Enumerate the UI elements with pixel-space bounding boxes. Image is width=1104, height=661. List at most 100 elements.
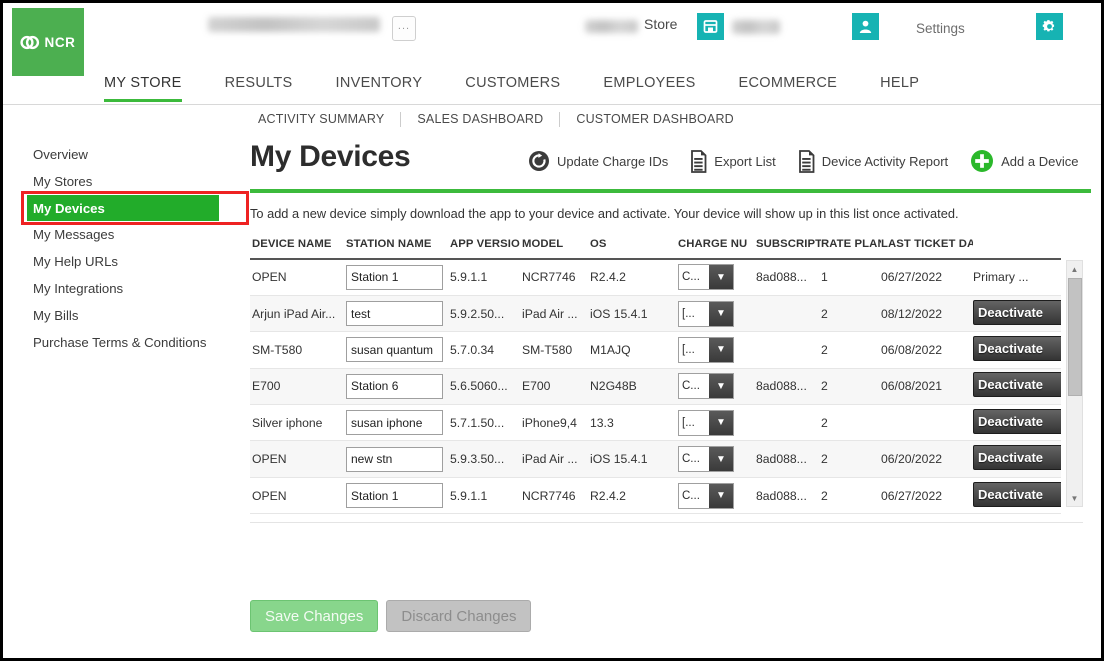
- subnav-sales-dashboard[interactable]: SALES DASHBOARD: [417, 112, 543, 126]
- col-subscription[interactable]: SUBSCRIPTI: [756, 232, 821, 260]
- cell-model: NCR7746: [522, 259, 590, 296]
- subnav-divider: [400, 111, 402, 127]
- scrollbar-thumb[interactable]: [1068, 278, 1082, 396]
- subnav-activity-summary[interactable]: ACTIVITY SUMMARY: [258, 112, 384, 126]
- nav-tab-customers[interactable]: CUSTOMERS: [465, 75, 560, 104]
- table-row: OPEN 5.9.1.1NCR7746R2.4.2 C... ▼ 8ad088...20…: [250, 477, 1061, 515]
- subnav-customer-dashboard[interactable]: CUSTOMER DASHBOARD: [576, 112, 734, 126]
- main-navigation: MY STORE RESULTS INVENTORY CUSTOMERS EMP…: [3, 75, 1101, 105]
- scroll-up-arrow-icon[interactable]: ▲: [1067, 261, 1082, 277]
- cell-device-name: OPEN: [250, 477, 346, 515]
- charge-number-value: C...: [682, 271, 700, 284]
- sidebar-item-my-messages[interactable]: My Messages: [3, 221, 244, 248]
- charge-number-dropdown[interactable]: [... ▼: [678, 300, 734, 327]
- deactivate-button[interactable]: Deactivate: [973, 372, 1061, 398]
- table-vertical-scrollbar[interactable]: ▲ ▼: [1066, 260, 1083, 507]
- discard-changes-button[interactable]: Discard Changes: [386, 600, 532, 632]
- plus-circle-icon: [971, 150, 994, 172]
- sidebar-item-purchase-terms[interactable]: Purchase Terms & Conditions: [3, 329, 244, 356]
- table-body: OPEN5.9.1.1NCR7746R2.4.2C...▼8ad088...10…: [250, 259, 1061, 515]
- cell-action: Deactivate: [973, 440, 1061, 478]
- page-title: My Devices: [250, 140, 411, 173]
- station-name-input[interactable]: [346, 483, 443, 509]
- cell-subscription: [756, 404, 821, 442]
- col-app-version[interactable]: APP VERSIO: [450, 232, 522, 260]
- table-row: E7005.6.5060...E700N2G48BC...▼8ad088...2…: [250, 368, 1061, 406]
- cell-os: M1AJQ: [590, 331, 678, 369]
- sub-navigation: ACTIVITY SUMMARY SALES DASHBOARD CUSTOME…: [3, 105, 1101, 133]
- nav-tab-ecommerce[interactable]: ECOMMERCE: [739, 75, 838, 104]
- page-intro-text: To add a new device simply download the …: [250, 206, 959, 221]
- chevron-down-icon[interactable]: ▼: [709, 410, 733, 435]
- cell-action: Deactivate: [973, 477, 1061, 515]
- charge-number-dropdown[interactable]: C... ▼: [678, 373, 734, 400]
- chevron-down-icon[interactable]: ▼: [709, 374, 733, 399]
- col-model[interactable]: MODEL: [522, 232, 590, 260]
- station-name-input[interactable]: [346, 410, 443, 436]
- chevron-down-icon[interactable]: ▼: [709, 447, 733, 472]
- person-icon[interactable]: [852, 13, 879, 40]
- save-changes-button[interactable]: Save Changes: [250, 600, 379, 632]
- store-label: Store: [644, 16, 678, 32]
- ncr-logo-text: NCR: [44, 34, 76, 50]
- store-icon[interactable]: [697, 13, 724, 40]
- charge-number-dropdown[interactable]: C... ▼: [678, 446, 734, 473]
- charge-number-dropdown[interactable]: C... ▼: [678, 264, 734, 291]
- cell-subscription: 8ad088...: [756, 477, 821, 515]
- sidebar-item-overview[interactable]: Overview: [3, 141, 244, 168]
- chevron-down-icon[interactable]: ▼: [709, 301, 733, 326]
- station-name-input[interactable]: [346, 264, 443, 290]
- col-device-name[interactable]: DEVICE NAME: [250, 232, 346, 260]
- charge-number-dropdown[interactable]: [... ▼: [678, 409, 734, 436]
- sidebar-item-my-devices[interactable]: My Devices: [27, 195, 219, 221]
- cell-os: R2.4.2: [590, 477, 678, 515]
- sidebar-item-my-stores[interactable]: My Stores: [3, 168, 244, 195]
- nav-tab-help[interactable]: HELP: [880, 75, 919, 104]
- col-charge-number[interactable]: CHARGE NU: [678, 232, 756, 260]
- nav-tab-inventory[interactable]: INVENTORY: [336, 75, 423, 104]
- charge-number-dropdown[interactable]: [... ▼: [678, 336, 734, 363]
- deactivate-button[interactable]: Deactivate: [973, 408, 1061, 434]
- scroll-down-arrow-icon[interactable]: ▼: [1067, 490, 1082, 506]
- ncr-logo[interactable]: NCR: [12, 8, 84, 76]
- chevron-down-icon[interactable]: ▼: [709, 265, 733, 290]
- device-activity-report-button[interactable]: Device Activity Report: [798, 149, 948, 173]
- col-rate-plan[interactable]: RATE PLAN: [821, 232, 881, 260]
- col-os[interactable]: OS: [590, 232, 678, 260]
- deactivate-button[interactable]: Deactivate: [973, 481, 1061, 507]
- export-list-button[interactable]: Export List: [690, 149, 776, 173]
- chevron-down-icon[interactable]: ▼: [709, 337, 733, 362]
- col-last-ticket-date[interactable]: LAST TICKET DAT: [881, 232, 973, 260]
- gear-icon[interactable]: [1036, 13, 1063, 40]
- sidebar-item-my-integrations[interactable]: My Integrations: [3, 275, 244, 302]
- nav-tab-my-store[interactable]: MY STORE: [104, 75, 182, 104]
- station-name-input[interactable]: [346, 301, 443, 327]
- nav-tab-results[interactable]: RESULTS: [225, 75, 293, 104]
- page-header: My Devices Update Charge IDs Export List…: [244, 133, 1101, 189]
- col-station-name[interactable]: STATION NAME: [346, 232, 450, 260]
- cell-last-ticket-date: 06/27/2022: [881, 477, 973, 515]
- charge-number-dropdown[interactable]: C... ▼: [678, 482, 734, 509]
- app-window: NCR ... Store Settings MY STORE RESULTS …: [0, 0, 1104, 661]
- cell-device-name: OPEN: [250, 440, 346, 478]
- add-a-device-button[interactable]: Add a Device: [970, 149, 1078, 173]
- sidebar-item-my-bills[interactable]: My Bills: [3, 302, 244, 329]
- station-name-input[interactable]: [346, 373, 443, 399]
- deactivate-button[interactable]: Deactivate: [973, 335, 1061, 361]
- nav-tab-employees[interactable]: EMPLOYEES: [603, 75, 695, 104]
- charge-number-value: C...: [682, 489, 700, 502]
- deactivate-button[interactable]: Deactivate: [973, 299, 1061, 325]
- station-name-input[interactable]: [346, 446, 443, 472]
- station-name-input[interactable]: [346, 337, 443, 363]
- chevron-down-icon[interactable]: ▼: [709, 483, 733, 508]
- more-options-button[interactable]: ...: [392, 16, 416, 41]
- cell-rate-plan: 2: [821, 477, 881, 515]
- ncr-rings-icon: [20, 35, 40, 49]
- cell-charge-number: C... ▼: [678, 368, 756, 406]
- cell-model: iPhone9,4: [522, 404, 590, 442]
- sidebar-item-my-help-urls[interactable]: My Help URLs: [3, 248, 244, 275]
- deactivate-button[interactable]: Deactivate: [973, 445, 1061, 471]
- update-charge-ids-button[interactable]: Update Charge IDs: [528, 150, 668, 172]
- charge-number-value: C...: [682, 453, 700, 466]
- table-row: Arjun iPad Air... 5.9.2.50...iPad Air ...…: [250, 295, 1061, 333]
